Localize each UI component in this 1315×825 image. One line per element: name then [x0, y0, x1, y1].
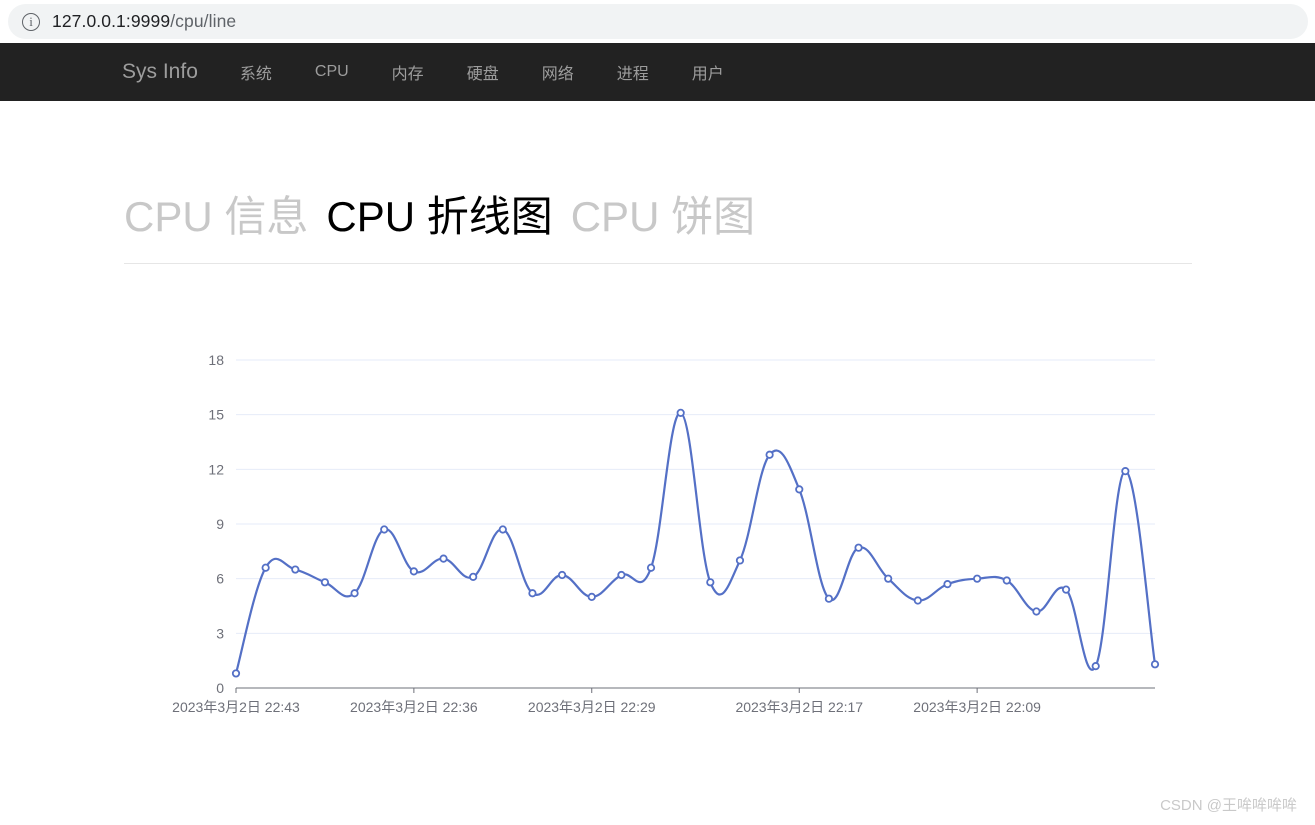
- chart-data-point[interactable]: [1002, 576, 1011, 585]
- chart-gridlines: 0 3 6 9 12 15 18: [208, 352, 1155, 696]
- navbar-links: 系统 CPU 内存 硬盘 网络 进程 用户: [240, 60, 724, 84]
- x-axis-tick-label: 2023年3月2日 22:09: [913, 699, 1041, 715]
- chart-data-point[interactable]: [973, 574, 982, 583]
- chart-line-series[interactable]: [234, 411, 1157, 675]
- header-divider: [124, 263, 1192, 264]
- chart-data-point[interactable]: [350, 589, 359, 598]
- cpu-line-chart-svg[interactable]: 0 3 6 9 12 15 18 2023年3月2日 22:43 2023年3月2日 22:36…: [0, 330, 1315, 730]
- chart-data-point[interactable]: [557, 570, 567, 580]
- y-axis-tick-label: 3: [216, 625, 224, 641]
- chart-data-point[interactable]: [854, 543, 863, 552]
- chart-data-point[interactable]: [646, 563, 656, 572]
- chart-data-point[interactable]: [261, 563, 270, 572]
- chart-data-point[interactable]: [291, 565, 300, 574]
- y-axis-tick-label: 15: [208, 407, 224, 423]
- chart-data-point[interactable]: [439, 554, 448, 563]
- y-axis-tick-label: 12: [208, 461, 224, 477]
- navbar-brand[interactable]: Sys Info: [122, 60, 198, 84]
- chart-data-point[interactable]: [1091, 662, 1100, 671]
- chart-data-point[interactable]: [1150, 660, 1160, 669]
- y-axis-tick-label: 9: [216, 516, 224, 532]
- nav-link-system[interactable]: 系统: [240, 60, 272, 84]
- x-axis-tick-label: 2023年3月2日 22:17: [735, 699, 863, 715]
- chart-data-point[interactable]: [1121, 467, 1130, 476]
- chart-data-point[interactable]: [469, 572, 478, 581]
- chart-data-point[interactable]: [587, 592, 596, 601]
- url-input[interactable]: i 127.0.0.1:9999/cpu/line: [8, 4, 1308, 39]
- nav-link-network[interactable]: 网络: [542, 60, 574, 84]
- chart-data-point[interactable]: [943, 580, 952, 589]
- y-axis-tick-label: 18: [208, 352, 224, 368]
- chart-data-point[interactable]: [1032, 607, 1041, 616]
- chart-data-point[interactable]: [735, 556, 745, 565]
- x-axis-tick-label: 2023年3月2日 22:36: [350, 699, 478, 715]
- chart-data-point[interactable]: [380, 525, 389, 534]
- url-path: /cpu/line: [170, 11, 237, 31]
- chart-data-point[interactable]: [706, 578, 715, 587]
- nav-link-memory[interactable]: 内存: [392, 60, 424, 84]
- x-axis: 2023年3月2日 22:43 2023年3月2日 22:36 2023年3月2日 …: [172, 687, 1155, 715]
- chart-data-point[interactable]: [765, 450, 774, 459]
- chart-data-point[interactable]: [498, 525, 507, 534]
- nav-link-user[interactable]: 用户: [692, 60, 724, 84]
- page-title-tabs: CPU 信息 CPU 折线图 CPU 饼图: [124, 186, 1192, 248]
- tab-cpu-pie[interactable]: CPU 饼图: [571, 186, 755, 248]
- chart-data-point[interactable]: [1061, 585, 1071, 594]
- chart-data-point[interactable]: [617, 570, 626, 580]
- tab-cpu-info[interactable]: CPU 信息: [124, 186, 308, 248]
- x-axis-tick-label: 2023年3月2日 22:29: [528, 699, 656, 715]
- chart-data-point[interactable]: [913, 596, 922, 605]
- nav-link-cpu[interactable]: CPU: [315, 63, 349, 81]
- chart-data-point[interactable]: [231, 669, 241, 678]
- page-title: CPU 信息 CPU 折线图 CPU 饼图: [124, 186, 1192, 248]
- nav-link-process[interactable]: 进程: [617, 60, 649, 84]
- url-host: 127.0.0.1:9999: [52, 11, 171, 31]
- chart-data-point[interactable]: [528, 589, 537, 598]
- chart-data-point[interactable]: [824, 594, 834, 603]
- chart-data-point[interactable]: [409, 567, 418, 576]
- nav-link-disk[interactable]: 硬盘: [467, 60, 499, 84]
- main-navbar: Sys Info 系统 CPU 内存 硬盘 网络 进程 用户: [0, 43, 1315, 101]
- y-axis-tick-label: 0: [216, 680, 224, 696]
- url-text: 127.0.0.1:9999/cpu/line: [52, 11, 236, 32]
- x-axis-tick-label: 2023年3月2日 22:43: [172, 699, 300, 715]
- chart-data-point[interactable]: [320, 578, 330, 587]
- chart-data-point[interactable]: [795, 485, 804, 494]
- y-axis-tick-label: 6: [216, 571, 224, 587]
- chart-data-point[interactable]: [676, 408, 685, 417]
- csdn-watermark: CSDN @王哞哞哞哞: [1160, 797, 1297, 814]
- cpu-line-chart[interactable]: 0 3 6 9 12 15 18 2023年3月2日 22:43 2023年3月2日 22:36…: [0, 330, 1315, 730]
- chart-data-points[interactable]: [231, 408, 1160, 678]
- chart-data-point[interactable]: [884, 574, 893, 583]
- info-circle-icon[interactable]: i: [22, 12, 40, 31]
- tab-cpu-line[interactable]: CPU 折线图: [326, 186, 552, 248]
- browser-address-bar: i 127.0.0.1:9999/cpu/line: [0, 0, 1315, 43]
